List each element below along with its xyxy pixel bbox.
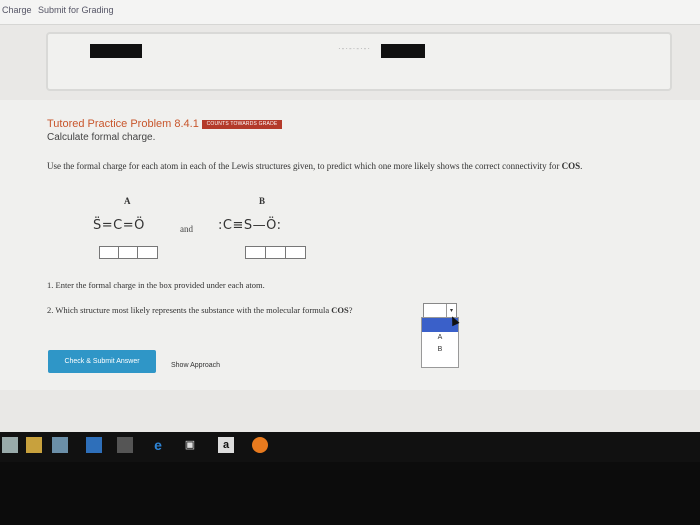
header-banner — [46, 32, 672, 91]
firefox-icon[interactable] — [252, 437, 268, 453]
formal-charge-input-b-s[interactable] — [265, 246, 286, 259]
formal-charge-input-b-c[interactable] — [245, 246, 266, 259]
dropdown-option-b[interactable]: B — [422, 344, 458, 356]
file-explorer-icon[interactable] — [26, 437, 42, 453]
submit-for-grading-tab[interactable]: Submit for Grading — [38, 5, 114, 15]
decorative-dots: ·-·-·-·-· — [338, 44, 371, 53]
calculator-icon[interactable] — [117, 437, 133, 453]
formal-charge-input-a-c[interactable] — [118, 246, 139, 259]
problem-panel — [0, 100, 700, 390]
and-connector: and — [180, 224, 193, 234]
calendar-icon[interactable] — [52, 437, 68, 453]
start-edge-icon[interactable] — [2, 437, 18, 453]
dropdown-option-a[interactable]: A — [422, 332, 458, 344]
lewis-structure-a: S̈=C=Ö — [93, 218, 145, 233]
step-1-text: 1. Enter the formal charge in the box pr… — [47, 280, 265, 290]
structure-a-label: A — [124, 196, 131, 206]
redacted-block — [90, 44, 142, 58]
counts-towards-grade-badge: COUNTS TOWARDS GRADE — [202, 120, 282, 129]
show-approach-link[interactable]: Show Approach — [171, 362, 220, 369]
structure-b-label: B — [259, 196, 266, 206]
amazon-icon[interactable]: a — [218, 437, 234, 453]
top-nav-bar: Charge Submit for Grading — [0, 0, 700, 25]
windows-taskbar — [0, 432, 700, 462]
redacted-block — [381, 44, 425, 58]
edge-icon[interactable]: e — [150, 437, 166, 453]
browser-screen: Charge Submit for Grading ·-·-·-·-· Tuto… — [0, 0, 700, 440]
photos-icon[interactable] — [86, 437, 102, 453]
formal-charge-input-a-o[interactable] — [137, 246, 158, 259]
instructions: Use the formal charge for each atom in e… — [47, 161, 583, 171]
formal-charge-input-b-o[interactable] — [285, 246, 306, 259]
problem-subtitle: Calculate formal charge. — [47, 132, 156, 143]
lewis-structure-b: :C≡S—Ö: — [218, 218, 282, 233]
check-submit-answer-button[interactable]: Check & Submit Answer — [48, 350, 156, 373]
formal-charge-input-a-s[interactable] — [99, 246, 120, 259]
step-2-text: 2. Which structure most likely represent… — [47, 305, 353, 315]
charge-tab[interactable]: Charge — [2, 5, 32, 15]
problem-title: Tutored Practice Problem 8.4.1 — [47, 118, 199, 130]
store-icon[interactable]: ▣ — [182, 437, 198, 453]
